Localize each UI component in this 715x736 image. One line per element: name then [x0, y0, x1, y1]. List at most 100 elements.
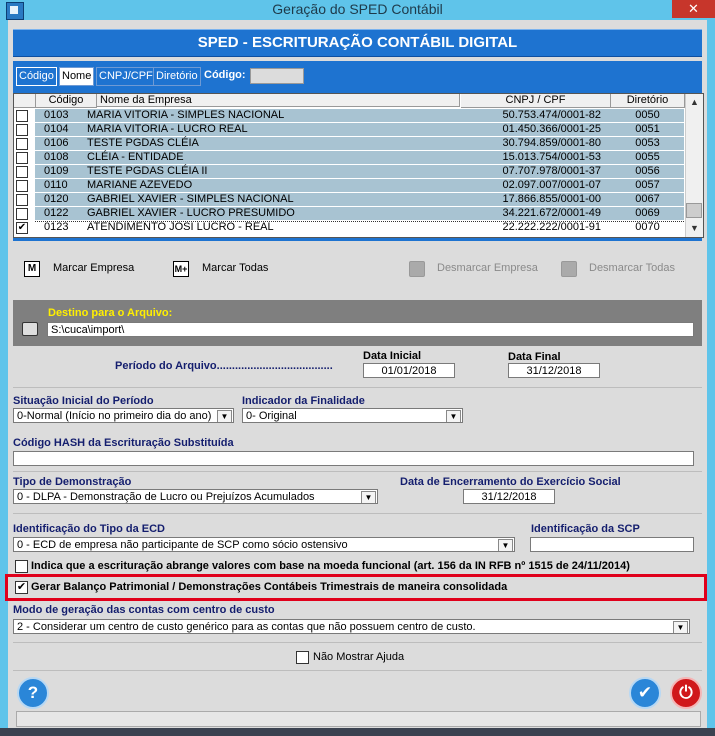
encerramento-input[interactable]: 31/12/2018 [463, 489, 555, 504]
row-cnpj: 17.866.855/0001-00 [502, 193, 601, 205]
row-nome: MARIA VITORIA - SIMPLES NACIONAL [87, 109, 285, 121]
scrollbar-thumb[interactable] [686, 203, 702, 218]
moeda-funcional-checkbox[interactable] [15, 560, 28, 573]
demonstracao-label: Tipo de Demonstração [13, 476, 132, 488]
chevron-down-icon[interactable]: ▼ [498, 539, 513, 551]
ok-button[interactable]: ✔ [629, 677, 661, 709]
row-codigo: 0104 [44, 123, 69, 135]
row-codigo: 0120 [44, 193, 69, 205]
row-codigo: 0106 [44, 137, 69, 149]
table-row[interactable]: 0122 GABRIEL XAVIER - LUCRO PRESUMIDO 34… [14, 206, 684, 220]
demonstracao-select[interactable]: 0 - DLPA - Demonstração de Lucro ou Prej… [13, 489, 378, 504]
grid-header-cnpj[interactable]: CNPJ / CPF [461, 94, 611, 108]
row-nome: GABRIEL XAVIER - SIMPLES NACIONAL [87, 193, 294, 205]
tab-nome[interactable]: Nome [59, 67, 95, 86]
data-final-input[interactable]: 31/12/2018 [508, 363, 600, 378]
chevron-down-icon[interactable]: ▼ [673, 621, 688, 633]
situacao-select[interactable]: 0-Normal (Início no primeiro dia do ano)… [13, 408, 234, 423]
row-checkbox[interactable] [16, 194, 28, 206]
chevron-down-icon[interactable]: ▼ [686, 220, 703, 236]
tab-cnpj[interactable]: CNPJ/CPF [96, 67, 156, 86]
power-icon: ⏻ [679, 683, 693, 702]
balanco-label: Gerar Balanço Patrimonial / Demonstraçõe… [31, 581, 508, 593]
row-cnpj: 02.097.007/0001-07 [502, 179, 601, 191]
row-checkbox[interactable] [16, 124, 28, 136]
table-row[interactable]: 0103 MARIA VITORIA - SIMPLES NACIONAL 50… [14, 108, 684, 122]
desmarcar-empresa-button[interactable]: Desmarcar Empresa [437, 262, 538, 274]
ecd-select[interactable]: 0 - ECD de empresa não participante de S… [13, 537, 515, 552]
row-codigo: 0109 [44, 165, 69, 177]
scp-input[interactable] [530, 537, 694, 552]
window-title: Geração do SPED Contábil [272, 1, 443, 17]
row-checkbox[interactable] [16, 180, 28, 192]
finalidade-select[interactable]: 0- Original ▼ [242, 408, 463, 423]
chevron-up-icon[interactable]: ▲ [686, 94, 703, 110]
grid-header-nome[interactable]: Nome da Empresa [97, 94, 460, 107]
desmarcar-todas-button[interactable]: Desmarcar Todas [589, 262, 675, 274]
row-codigo: 0122 [44, 207, 69, 219]
data-final-label: Data Final [508, 351, 561, 363]
row-diretorio: 0056 [635, 165, 660, 177]
ecd-label: Identificação do Tipo da ECD [13, 523, 165, 535]
row-nome: TESTE PGDAS CLÉIA II [87, 165, 208, 177]
balanco-checkbox[interactable]: ✔ [15, 581, 28, 594]
finalidade-value: 0- Original [246, 410, 297, 422]
row-checkbox[interactable] [16, 110, 28, 122]
row-diretorio: 0070 [635, 221, 660, 233]
table-row[interactable]: 0106 TESTE PGDAS CLÉIA 30.794.859/0001-8… [14, 136, 684, 150]
table-row[interactable]: 0120 GABRIEL XAVIER - SIMPLES NACIONAL 1… [14, 192, 684, 206]
moeda-funcional-label: Indica que a escrituração abrange valore… [31, 560, 630, 572]
search-input[interactable] [250, 68, 304, 84]
row-checkbox[interactable] [16, 152, 28, 164]
finalidade-label: Indicador da Finalidade [242, 395, 365, 407]
row-cnpj: 15.013.754/0001-53 [502, 151, 601, 163]
row-cnpj: 22.222.222/0001-91 [502, 221, 601, 233]
desmarcar-empresa-icon[interactable] [409, 261, 425, 277]
help-icon: ? [27, 683, 39, 702]
exit-button[interactable]: ⏻ [670, 677, 702, 709]
situacao-value: 0-Normal (Início no primeiro dia do ano) [17, 410, 212, 422]
close-icon: ✕ [688, 1, 699, 16]
hash-input[interactable] [13, 451, 694, 466]
situacao-label: Situação Inicial do Período [13, 395, 154, 407]
row-nome: ATENDIMENTO JOSI LUCRO - REAL [87, 221, 274, 233]
marcar-empresa-icon[interactable]: M [24, 261, 40, 277]
centro-custo-select[interactable]: 2 - Considerar um centro de custo genéri… [13, 619, 690, 634]
data-inicial-input[interactable]: 01/01/2018 [363, 363, 455, 378]
banner-text: SPED - ESCRITURAÇÃO CONTÁBIL DIGITAL [197, 34, 518, 51]
tab-diretorio[interactable]: Diretório [153, 67, 201, 86]
grid-header-diretorio[interactable]: Diretório [611, 94, 685, 108]
chevron-down-icon[interactable]: ▼ [361, 491, 376, 503]
encerramento-label: Data de Encerramento do Exercício Social [400, 476, 621, 488]
check-icon: ✔ [637, 683, 653, 702]
table-row[interactable]: 0110 MARIANE AZEVEDO 02.097.007/0001-07 … [14, 178, 684, 192]
row-diretorio: 0057 [635, 179, 660, 191]
row-checkbox[interactable] [16, 138, 28, 150]
chevron-down-icon[interactable]: ▼ [446, 410, 461, 422]
table-row[interactable]: ✔ 0123 ATENDIMENTO JOSI LUCRO - REAL 22.… [14, 220, 684, 235]
marcar-todas-button[interactable]: Marcar Todas [202, 262, 268, 274]
table-row[interactable]: 0104 MARIA VITORIA - LUCRO REAL 01.450.3… [14, 122, 684, 136]
marcar-todas-icon[interactable]: M+ [173, 261, 189, 277]
grid-header-codigo[interactable]: Código [36, 94, 97, 108]
destino-input[interactable]: S:\cuca\import\ [47, 322, 694, 337]
chevron-down-icon[interactable]: ▼ [217, 410, 232, 422]
row-checkbox[interactable] [16, 208, 28, 220]
row-checkbox[interactable] [16, 166, 28, 178]
row-diretorio: 0053 [635, 137, 660, 149]
tab-codigo[interactable]: Código [16, 67, 57, 86]
row-nome: GABRIEL XAVIER - LUCRO PRESUMIDO [87, 207, 295, 219]
table-row[interactable]: 0108 CLÉIA - ENTIDADE 15.013.754/0001-53… [14, 150, 684, 164]
desmarcar-todas-icon[interactable] [561, 261, 577, 277]
close-button[interactable]: ✕ [672, 0, 715, 18]
row-checkbox[interactable]: ✔ [16, 222, 28, 234]
nao-mostrar-ajuda-checkbox[interactable] [296, 651, 309, 664]
printer-icon[interactable] [22, 322, 38, 336]
marcar-empresa-button[interactable]: Marcar Empresa [53, 262, 134, 274]
divider [13, 513, 702, 514]
row-cnpj: 07.707.978/0001-37 [502, 165, 601, 177]
row-codigo: 0123 [44, 221, 69, 233]
row-diretorio: 0067 [635, 193, 660, 205]
table-row[interactable]: 0109 TESTE PGDAS CLÉIA II 07.707.978/000… [14, 164, 684, 178]
help-button[interactable]: ? [17, 677, 49, 709]
